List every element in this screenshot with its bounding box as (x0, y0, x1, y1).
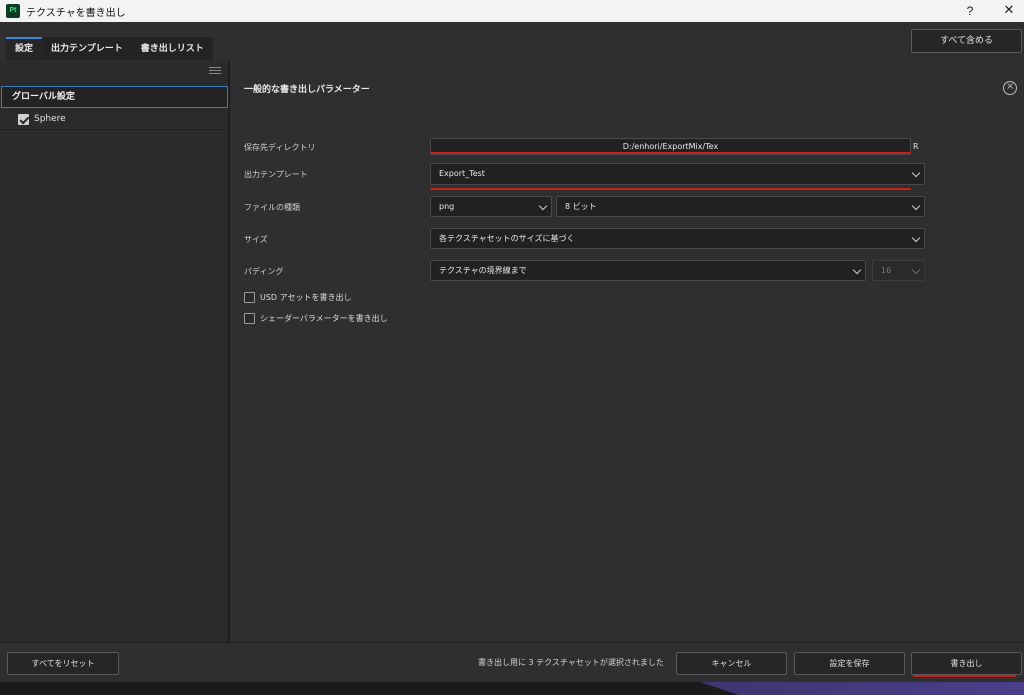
global-settings-item[interactable]: グローバル設定 (1, 86, 228, 108)
tab-settings[interactable]: 設定 (6, 37, 43, 60)
padding-label: パディング (244, 267, 284, 276)
bit-depth-value: 8 ビット (565, 202, 597, 211)
usd-export-checkbox[interactable] (244, 292, 255, 303)
tab-bar: 設定 出力テンプレート 書き出しリスト (6, 37, 213, 60)
chevron-down-icon (852, 265, 862, 275)
size-value: 各テクスチャセットのサイズに基づく (439, 234, 575, 243)
shader-params-checkbox[interactable] (244, 313, 255, 324)
padding-value: テクスチャの境界線まで (439, 266, 527, 275)
include-all-button[interactable]: すべて含める (911, 29, 1022, 53)
window-title: テクスチャを書き出し (26, 8, 126, 19)
shader-params-label: シェーダーパラメーターを書き出し (260, 314, 388, 323)
close-icon[interactable]: ✕ (1000, 2, 1018, 20)
export-button[interactable]: 書き出し (911, 652, 1022, 675)
padding-amount-value: 16 (881, 266, 892, 275)
size-label: サイズ (244, 235, 268, 244)
title-bar: Pt テクスチャを書き出し ? ✕ (0, 0, 1024, 22)
reset-all-button[interactable]: すべてをリセット (7, 652, 119, 675)
section-title: 一般的な書き出しパラメーター (244, 85, 370, 95)
padding-select[interactable]: テクスチャの境界線まで (430, 260, 866, 281)
file-type-label: ファイルの種類 (244, 203, 300, 212)
template-select[interactable]: Export_Test (430, 163, 925, 185)
tab-export-list[interactable]: 書き出しリスト (131, 37, 213, 60)
sphere-label: Sphere (34, 114, 66, 124)
reset-section-icon[interactable] (1003, 80, 1017, 95)
chevron-down-icon (911, 201, 921, 211)
output-dir-label: 保存先ディレクトリ (244, 143, 316, 152)
annotation-underline-export (913, 675, 1016, 677)
sphere-checkbox[interactable] (18, 114, 29, 125)
cancel-button[interactable]: キャンセル (676, 652, 787, 675)
chevron-down-icon (911, 233, 921, 243)
usd-export-label: USD アセットを書き出し (260, 293, 352, 302)
save-settings-button[interactable]: 設定を保存 (794, 652, 905, 675)
texture-set-panel: グローバル設定 Sphere (0, 61, 230, 642)
template-label: 出力テンプレート (244, 170, 308, 179)
export-parameters-panel: 一般的な書き出しパラメーター 保存先ディレクトリ D:/enhori/Expor… (232, 61, 1024, 642)
export-dialog: 設定 出力テンプレート 書き出しリスト すべて含める グローバル設定 Spher… (0, 22, 1024, 682)
chevron-down-icon (911, 168, 921, 178)
template-value: Export_Test (439, 169, 485, 178)
padding-amount-select: 16 (872, 260, 925, 281)
filter-icon[interactable] (209, 67, 221, 77)
file-format-value: png (439, 202, 455, 211)
output-dir-r-button[interactable]: R (913, 142, 919, 151)
tab-output-templates[interactable]: 出力テンプレート (42, 37, 132, 60)
bit-depth-select[interactable]: 8 ビット (556, 196, 925, 217)
texture-set-item-sphere[interactable]: Sphere (0, 110, 228, 130)
chevron-down-icon (911, 265, 921, 275)
background-strip (0, 682, 1024, 695)
dialog-footer: すべてをリセット 書き出し用に 3 テクスチャセットが選択されました キャンセル… (0, 642, 1024, 682)
chevron-down-icon (538, 201, 548, 211)
app-logo-icon: Pt (6, 4, 20, 18)
selection-status: 書き出し用に 3 テクスチャセットが選択されました (478, 658, 664, 667)
background-accent (700, 682, 1024, 695)
annotation-underline-dir (430, 152, 911, 154)
help-icon[interactable]: ? (962, 2, 978, 20)
size-select[interactable]: 各テクスチャセットのサイズに基づく (430, 228, 925, 249)
file-format-select[interactable]: png (430, 196, 552, 217)
annotation-underline-template (430, 188, 911, 190)
